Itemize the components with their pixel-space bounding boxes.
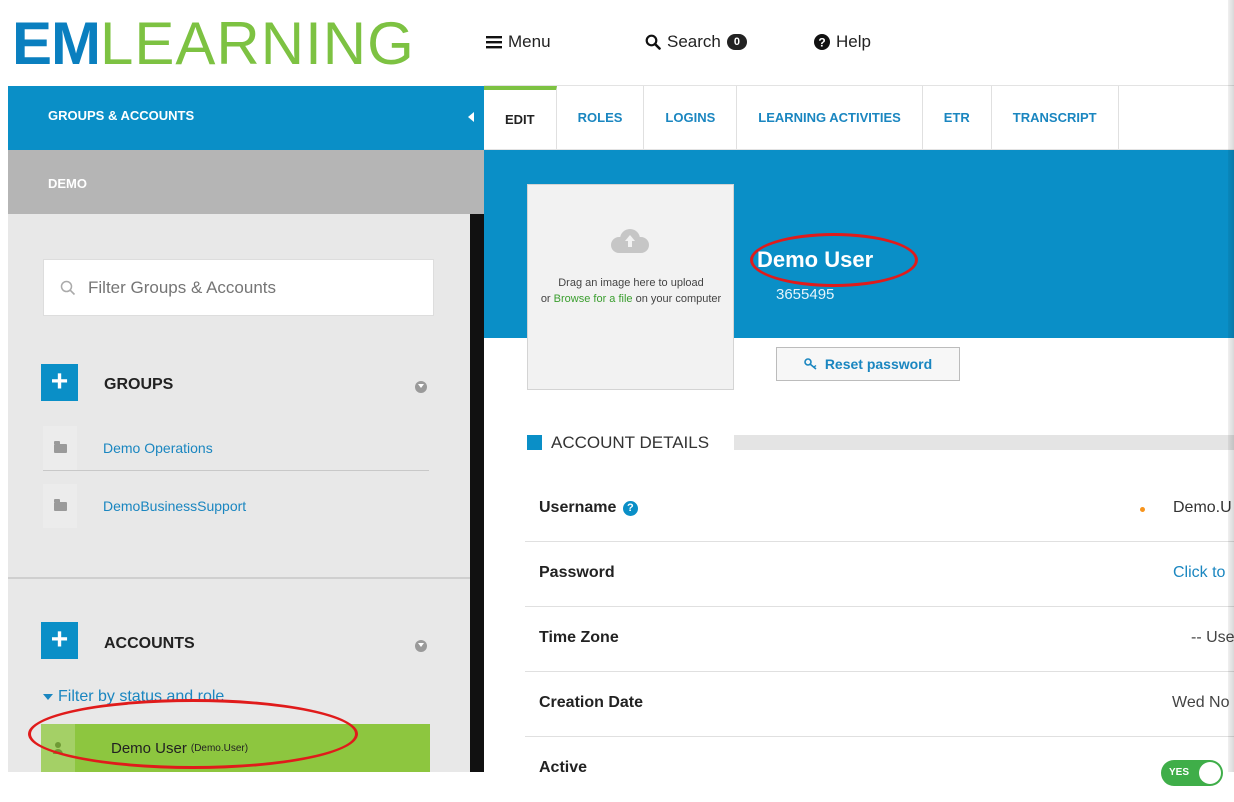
search-label: Search	[667, 32, 721, 51]
user-icon	[53, 742, 63, 754]
creation-date-label: Creation Date	[539, 694, 644, 711]
search-count-badge: 0	[726, 34, 747, 50]
menu-label: Menu	[508, 32, 551, 51]
image-upload-dropzone[interactable]: Drag an image here to upload or Browse f…	[527, 184, 734, 390]
filter-groups-field[interactable]	[43, 259, 434, 316]
accounts-expand-icon[interactable]	[415, 640, 427, 652]
search-icon	[60, 280, 76, 295]
tab-etr[interactable]: ETR	[923, 86, 992, 149]
username-label-wrap: Username ?	[539, 499, 638, 517]
toggle-knob	[1199, 762, 1221, 784]
upload-line2-post: on your computer	[632, 293, 722, 305]
username-label: Username	[539, 499, 617, 516]
tab-logins[interactable]: LOGINS	[644, 86, 738, 149]
tab-roles[interactable]: ROLES	[557, 86, 645, 149]
tab-bar: EDIT ROLES LOGINS LEARNING ACTIVITIES ET…	[484, 86, 1234, 150]
sidebar-org-name[interactable]: DEMO	[8, 150, 484, 214]
account-name: Demo User	[111, 739, 187, 757]
upload-line2-pre: or	[540, 293, 554, 305]
key-icon	[804, 358, 817, 370]
account-username: (Demo.User)	[190, 742, 249, 754]
folder-icon	[53, 498, 67, 511]
help-button[interactable]: ? Help	[814, 32, 871, 52]
collapse-sidebar-icon[interactable]	[468, 112, 474, 122]
profile-name: Demo User	[757, 247, 874, 272]
tab-learning-activities[interactable]: LEARNING ACTIVITIES	[737, 86, 923, 149]
hamburger-icon	[486, 36, 502, 49]
upload-instructions: Drag an image here to upload or Browse f…	[538, 275, 724, 307]
group-folder-box	[43, 484, 77, 528]
sidebar-divider	[470, 214, 484, 772]
filter-status-role-link[interactable]: Filter by status and role	[43, 688, 224, 706]
section-marker	[527, 435, 542, 450]
search-icon	[645, 34, 661, 50]
menu-button[interactable]: Menu	[486, 32, 551, 52]
username-row: Username ? Demo.U	[525, 477, 1234, 542]
folder-icon	[53, 440, 67, 453]
creation-date-row: Creation Date Wed No	[525, 672, 1234, 737]
tab-transcript[interactable]: TRANSCRIPT	[992, 86, 1119, 149]
accounts-title: ACCOUNTS	[104, 635, 195, 652]
active-label: Active	[539, 759, 588, 776]
top-navbar: Menu Search 0 ? Help	[484, 0, 1234, 86]
help-icon[interactable]: ?	[622, 501, 638, 516]
password-row: Password Click to	[525, 542, 1234, 607]
help-icon: ?	[814, 34, 830, 50]
creation-date-value: Wed No	[1172, 694, 1230, 711]
active-toggle[interactable]: YES	[1161, 760, 1223, 786]
group-row[interactable]: Demo Operations	[43, 426, 429, 471]
profile-id: 3655495	[776, 286, 835, 303]
filter-groups-input[interactable]	[86, 276, 410, 299]
add-account-button[interactable]: +	[41, 622, 78, 659]
sidebar-header-title: GROUPS & ACCOUNTS	[48, 108, 195, 123]
required-dot	[1140, 507, 1145, 512]
group-folder-box	[43, 426, 77, 470]
groups-title: GROUPS	[104, 376, 174, 393]
help-label: Help	[836, 32, 871, 51]
active-toggle-value: YES	[1169, 767, 1190, 778]
group-row[interactable]: DemoBusinessSupport	[43, 484, 429, 528]
active-row: Active	[525, 737, 1234, 802]
groups-expand-icon[interactable]	[415, 381, 427, 393]
svg-text:?: ?	[818, 35, 825, 49]
sidebar-header: GROUPS & ACCOUNTS	[8, 86, 484, 150]
username-value[interactable]: Demo.U	[1173, 499, 1232, 517]
logo-learning-text: LEARNING	[100, 9, 415, 77]
account-details-title: ACCOUNT DETAILS	[551, 433, 710, 452]
sidebar-separator	[8, 577, 470, 579]
tab-edit[interactable]: EDIT	[484, 86, 557, 149]
timezone-row: Time Zone -- Use s	[525, 607, 1234, 672]
reset-password-label: Reset password	[824, 356, 933, 372]
group-link[interactable]: DemoBusinessSupport	[103, 498, 246, 514]
cloud-upload-icon	[611, 229, 649, 253]
section-divider-bar	[734, 435, 1234, 450]
reset-password-button[interactable]: Reset password	[776, 347, 960, 381]
browse-file-link[interactable]: Browse for a file	[554, 293, 633, 305]
search-button[interactable]: Search 0	[645, 32, 747, 52]
add-group-button[interactable]: +	[41, 364, 78, 401]
group-link[interactable]: Demo Operations	[103, 440, 213, 456]
account-avatar	[41, 724, 75, 772]
caret-down-icon	[43, 694, 53, 700]
filter-status-label: Filter by status and role	[58, 688, 225, 705]
app-logo: EM LEARNING	[0, 0, 484, 86]
account-row-selected[interactable]: Demo User (Demo.User)	[41, 724, 430, 772]
window-edge-shadow	[1228, 0, 1234, 772]
password-label: Password	[539, 564, 615, 581]
timezone-label: Time Zone	[539, 629, 619, 646]
password-change-link[interactable]: Click to	[1173, 564, 1225, 582]
logo-em-text: EM	[12, 9, 101, 77]
upload-line1: Drag an image here to upload	[558, 277, 704, 289]
